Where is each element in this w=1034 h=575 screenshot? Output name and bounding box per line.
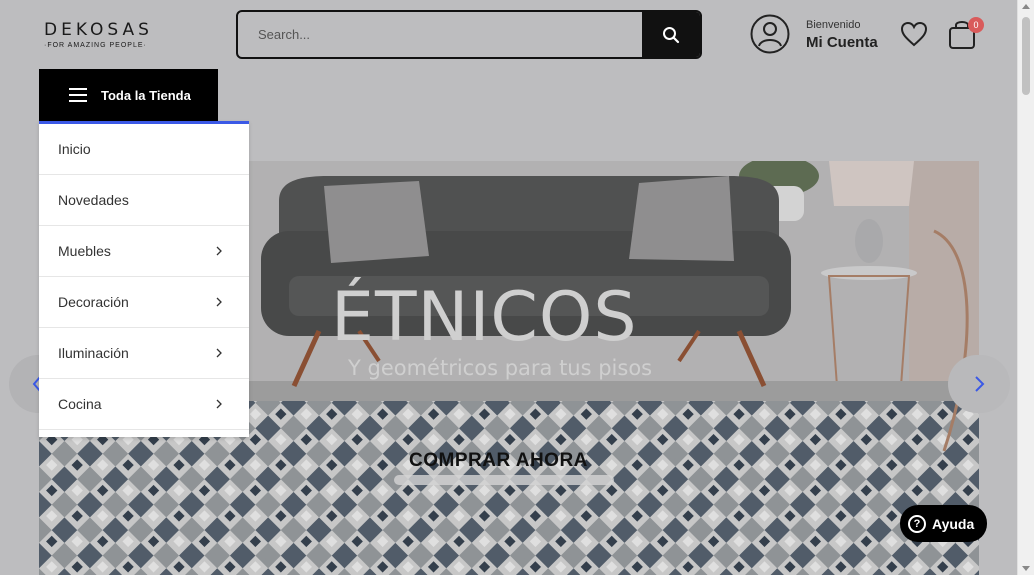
menu-item-label: Inicio (58, 141, 91, 157)
shop-now-button[interactable]: COMPRAR AHORA (409, 450, 588, 472)
all-store-label: Toda la Tienda (101, 87, 191, 103)
cart-count-badge: 0 (968, 17, 984, 33)
logo-tagline: ·FOR AMAZING PEOPLE· (44, 42, 147, 49)
page-scrollbar[interactable] (1017, 0, 1034, 575)
chevron-right-icon (216, 399, 222, 409)
search-icon (663, 26, 680, 43)
menu-item-label: Muebles (58, 243, 111, 259)
search-bar (236, 10, 702, 59)
help-widget-button[interactable]: ? Ayuda (900, 505, 987, 542)
chevron-right-icon (216, 348, 222, 358)
chevron-right-icon (216, 246, 222, 256)
site-logo[interactable]: DEKOSAS ·FOR AMAZING PEOPLE· (44, 20, 164, 49)
menu-item-novedades[interactable]: Novedades (39, 175, 249, 226)
scrollbar-thumb[interactable] (1022, 17, 1030, 95)
menu-item-label: Novedades (58, 192, 129, 208)
menu-item-inicio[interactable]: Inicio (39, 124, 249, 175)
menu-item-iluminacion[interactable]: Iluminación (39, 328, 249, 379)
hamburger-icon (69, 88, 87, 102)
search-button[interactable] (642, 12, 700, 57)
menu-item-label: Decoración (58, 294, 129, 310)
search-input[interactable] (238, 12, 642, 57)
chevron-right-icon (975, 376, 985, 392)
banner-subtitle: Y geométricos para tus pisos (348, 356, 653, 380)
help-label: Ayuda (932, 515, 975, 532)
scroll-down-arrow-icon[interactable] (1022, 566, 1030, 571)
heart-icon[interactable] (900, 21, 928, 47)
cart-button[interactable]: 0 (948, 17, 984, 50)
menu-item-label: Cocina (58, 396, 102, 412)
menu-item-decoracion[interactable]: Decoración (39, 277, 249, 328)
cta-underline (394, 475, 614, 485)
account-label: Mi Cuenta (806, 34, 878, 51)
menu-item-cocina[interactable]: Cocina (39, 379, 249, 430)
menu-item-muebles[interactable]: Muebles (39, 226, 249, 277)
logo-brand: DEKOSAS (44, 20, 153, 40)
account-link[interactable]: Bienvenido Mi Cuenta (750, 14, 890, 56)
chevron-right-icon (216, 297, 222, 307)
menu-item-label: Iluminación (58, 345, 129, 361)
all-store-button[interactable]: Toda la Tienda (39, 69, 218, 121)
question-icon: ? (908, 514, 926, 533)
slider-next-button[interactable] (948, 355, 1010, 413)
banner-title: ÉTNICOS (331, 278, 638, 357)
scroll-up-arrow-icon[interactable] (1022, 4, 1030, 9)
user-icon (750, 14, 790, 54)
category-menu: Inicio Novedades Muebles Decoración Ilum… (39, 121, 249, 437)
account-greeting: Bienvenido (806, 19, 861, 31)
